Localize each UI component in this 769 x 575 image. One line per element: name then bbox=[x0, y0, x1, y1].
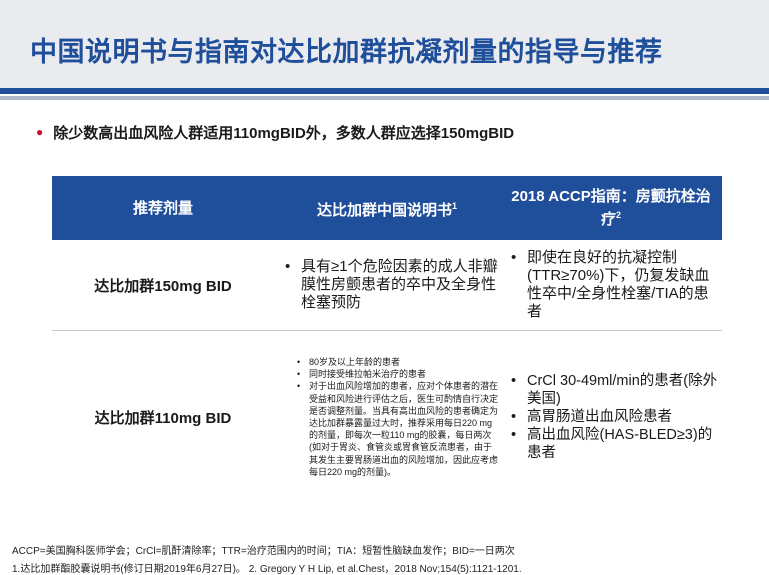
table-header-row: 推荐剂量 达比加群中国说明书1 2018 ACCP指南：房颤抗栓治疗2 bbox=[52, 176, 722, 240]
dose-150: 达比加群150mg BID bbox=[52, 240, 274, 331]
list-item: CrCl 30-49ml/min的患者(除外美国) bbox=[511, 372, 721, 408]
list-item: 具有≥1个危险因素的成人非瓣膜性房颤患者的卒中及全身性栓塞预防 bbox=[285, 258, 499, 312]
label-150: 具有≥1个危险因素的成人非瓣膜性房颤患者的卒中及全身性栓塞预防 bbox=[274, 240, 500, 331]
title-rule-thin bbox=[0, 96, 769, 100]
intro-bullet: ● 除少数高出血风险人群适用110mgBID外，多数人群应选择150mgBID bbox=[36, 122, 514, 143]
title-band: 中国说明书与指南对达比加群抗凝剂量的指导与推荐 bbox=[0, 0, 769, 88]
guideline-150: 即使在良好的抗凝控制(TTR≥70%)下，仍复发缺血性卒中/全身性栓塞/TIA的… bbox=[500, 240, 722, 331]
list-item: 对于出血风险增加的患者，应对个体患者的潜在受益和风险进行评估之后，医生可酌情自行… bbox=[297, 380, 499, 478]
footnote-abbreviations: ACCP=美国胸科医师学会；CrCl=肌酐清除率；TTR=治疗范围内的时间；TI… bbox=[12, 546, 515, 557]
header-guideline: 2018 ACCP指南：房颤抗栓治疗2 bbox=[500, 176, 722, 240]
header-label: 达比加群中国说明书1 bbox=[274, 176, 500, 240]
intro-text: 除少数高出血风险人群适用110mgBID外，多数人群应选择150mgBID bbox=[53, 125, 515, 142]
table-row: 达比加群110mg BID 80岁及以上年龄的患者 同时接受维拉帕米治疗的患者 … bbox=[52, 330, 722, 503]
dose-110: 达比加群110mg BID bbox=[52, 330, 274, 503]
header-label-sup: 1 bbox=[452, 200, 458, 211]
header-guideline-sup: 2 bbox=[616, 210, 622, 220]
label-110: 80岁及以上年龄的患者 同时接受维拉帕米治疗的患者 对于出血风险增加的患者，应对… bbox=[274, 330, 500, 503]
guideline-110: CrCl 30-49ml/min的患者(除外美国) 高胃肠道出血风险患者 高出血… bbox=[500, 330, 722, 503]
slide-title: 中国说明书与指南对达比加群抗凝剂量的指导与推荐 bbox=[30, 37, 663, 67]
dosing-table: 推荐剂量 达比加群中国说明书1 2018 ACCP指南：房颤抗栓治疗2 达比加群… bbox=[52, 176, 722, 503]
guideline-110-list: CrCl 30-49ml/min的患者(除外美国) 高胃肠道出血风险患者 高出血… bbox=[501, 372, 721, 462]
header-dose-label: 推荐剂量 bbox=[132, 199, 193, 217]
table-row: 达比加群150mg BID 具有≥1个危险因素的成人非瓣膜性房颤患者的卒中及全身… bbox=[52, 240, 722, 331]
header-guideline-text: 2018 ACCP指南：房颤抗栓治疗 bbox=[511, 188, 711, 228]
list-item: 同时接受维拉帕米治疗的患者 bbox=[297, 368, 499, 380]
list-item: 即使在良好的抗凝控制(TTR≥70%)下，仍复发缺血性卒中/全身性栓塞/TIA的… bbox=[511, 249, 721, 321]
bullet-dot-icon: ● bbox=[36, 125, 44, 139]
guideline-150-list: 即使在良好的抗凝控制(TTR≥70%)下，仍复发缺血性卒中/全身性栓塞/TIA的… bbox=[501, 249, 721, 321]
label-150-list: 具有≥1个危险因素的成人非瓣膜性房颤患者的卒中及全身性栓塞预防 bbox=[275, 258, 499, 312]
list-item: 高出血风险(HAS-BLED≥3)的患者 bbox=[511, 426, 721, 462]
title-rule bbox=[0, 88, 769, 94]
list-item: 80岁及以上年龄的患者 bbox=[297, 356, 499, 368]
header-dose: 推荐剂量 bbox=[52, 176, 274, 240]
label-110-list: 80岁及以上年龄的患者 同时接受维拉帕米治疗的患者 对于出血风险增加的患者，应对… bbox=[275, 356, 499, 478]
list-item: 高胃肠道出血风险患者 bbox=[511, 408, 721, 426]
footnote-references: 1.达比加群酯胶囊说明书(修订日期2019年6月27日)。 2. Gregory… bbox=[12, 564, 522, 575]
header-label-text: 达比加群中国说明书 bbox=[316, 201, 452, 219]
